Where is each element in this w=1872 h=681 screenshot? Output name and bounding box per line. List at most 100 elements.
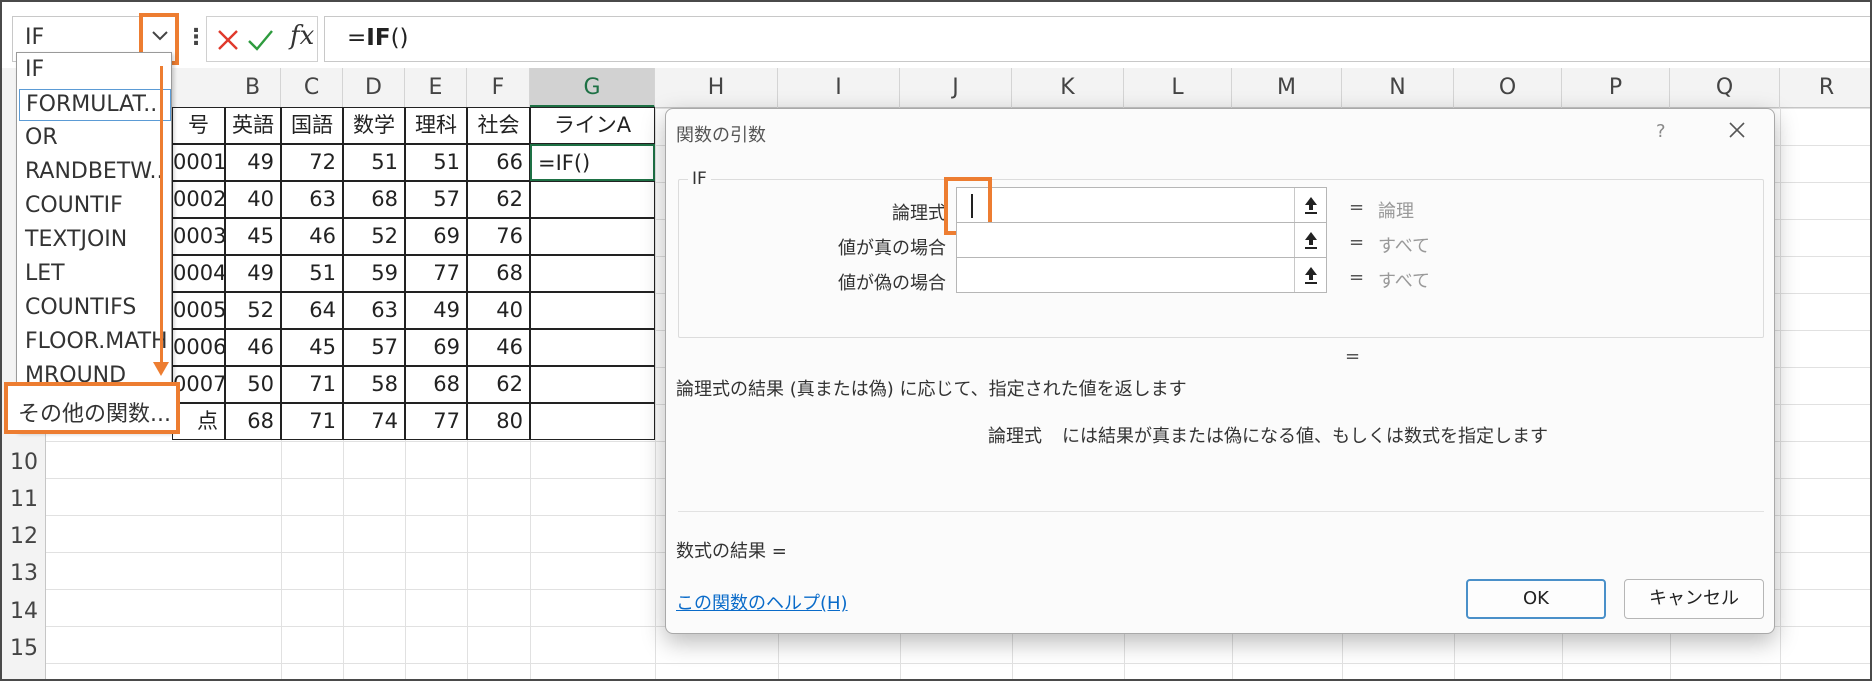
table-cell[interactable]: 52 (343, 218, 405, 255)
table-cell[interactable]: 62 (467, 181, 530, 218)
cancel-entry-icon[interactable] (213, 25, 243, 55)
column-header-c[interactable]: C (281, 68, 343, 108)
table-cell[interactable]: 71 (281, 366, 343, 403)
collapse-dialog-button[interactable] (1294, 223, 1326, 257)
function-list-item[interactable]: TEXTJOIN (25, 227, 127, 252)
table-cell[interactable]: 51 (343, 144, 405, 181)
column-header-m[interactable]: M (1232, 68, 1342, 108)
function-list-item[interactable]: FLOOR.MATH (25, 329, 168, 354)
arg-input-logical-test[interactable] (956, 187, 1327, 223)
table-cell[interactable] (530, 292, 655, 329)
table-cell-id[interactable]: 0003 (172, 218, 226, 255)
collapse-dialog-button[interactable] (1294, 188, 1326, 222)
table-cell[interactable]: 51 (405, 144, 467, 181)
table-cell-id[interactable]: 0006 (172, 329, 226, 366)
table-cell[interactable]: 63 (281, 181, 343, 218)
table-cell[interactable]: 68 (343, 181, 405, 218)
table-cell[interactable]: 77 (405, 403, 467, 440)
table-cell[interactable]: 49 (405, 292, 467, 329)
table-cell[interactable]: 71 (281, 403, 343, 440)
table-cell[interactable]: 64 (281, 292, 343, 329)
row-header[interactable]: 15 (2, 636, 46, 661)
table-cell[interactable]: 80 (467, 403, 530, 440)
table-cell[interactable] (530, 218, 655, 255)
table-cell[interactable] (530, 329, 655, 366)
formula-input[interactable]: =IF() (324, 16, 1870, 62)
table-cell[interactable]: 52 (225, 292, 281, 329)
table-cell[interactable]: 40 (225, 181, 281, 218)
function-list-item[interactable]: COUNTIF (25, 193, 123, 218)
more-functions-item[interactable]: その他の関数... (4, 382, 180, 434)
table-cell[interactable]: 49 (225, 144, 281, 181)
table-cell[interactable]: 45 (281, 329, 343, 366)
function-help-link[interactable]: この関数のヘルプ(H) (676, 589, 848, 615)
active-cell[interactable]: =IF() (530, 144, 655, 181)
column-header-p[interactable]: P (1562, 68, 1670, 108)
column-header-n[interactable]: N (1342, 68, 1454, 108)
table-cell-id[interactable]: 0005 (172, 292, 226, 329)
row-header[interactable]: 11 (2, 487, 46, 512)
table-cell[interactable]: 46 (467, 329, 530, 366)
column-header-j[interactable]: J (900, 68, 1012, 108)
table-cell[interactable]: 46 (281, 218, 343, 255)
table-header-cell[interactable]: 社会 (467, 107, 530, 144)
table-cell[interactable]: 40 (467, 292, 530, 329)
table-cell[interactable]: 68 (405, 366, 467, 403)
function-list-item[interactable]: IF (25, 57, 44, 82)
table-header-cell[interactable]: 英語 (225, 107, 281, 144)
table-cell[interactable] (530, 255, 655, 292)
table-cell[interactable]: 74 (343, 403, 405, 440)
table-cell[interactable]: 57 (343, 329, 405, 366)
table-header-cell[interactable]: 号 (172, 107, 225, 144)
row-header[interactable]: 14 (2, 599, 46, 624)
table-cell[interactable]: 66 (467, 144, 530, 181)
cancel-button[interactable]: キャンセル (1624, 579, 1764, 619)
table-cell[interactable]: 57 (405, 181, 467, 218)
function-list-item[interactable]: RANDBETW.. (25, 159, 164, 184)
help-icon[interactable]: ? (1656, 121, 1666, 142)
column-header-k[interactable]: K (1012, 68, 1124, 108)
column-header-q[interactable]: Q (1670, 68, 1780, 108)
column-header-i[interactable]: I (778, 68, 900, 108)
column-header-r[interactable]: R (1780, 68, 1870, 108)
column-header-h[interactable]: H (655, 68, 778, 108)
arg-input-value-if-false[interactable] (956, 257, 1327, 293)
table-cell[interactable]: 46 (225, 329, 281, 366)
table-cell[interactable]: 77 (405, 255, 467, 292)
collapse-dialog-button[interactable] (1294, 258, 1326, 292)
table-cell[interactable]: 50 (225, 366, 281, 403)
function-list-item[interactable]: LET (25, 261, 65, 286)
arg-input-value-if-true[interactable] (956, 222, 1327, 258)
insert-function-button[interactable]: fx (290, 21, 314, 51)
table-cell[interactable]: 76 (467, 218, 530, 255)
table-cell[interactable]: 69 (405, 329, 467, 366)
table-cell-id[interactable]: 0001 (172, 144, 226, 181)
table-cell[interactable]: 51 (281, 255, 343, 292)
table-cell[interactable] (530, 403, 655, 440)
table-cell[interactable]: 58 (343, 366, 405, 403)
column-header-l[interactable]: L (1124, 68, 1232, 108)
table-header-cell[interactable]: 国語 (281, 107, 343, 144)
formula-bar-splitter-icon[interactable]: ⋮ (185, 27, 207, 49)
table-cell[interactable] (530, 181, 655, 218)
table-cell[interactable]: 59 (343, 255, 405, 292)
ok-button[interactable]: OK (1466, 579, 1606, 619)
table-header-cell[interactable]: 数学 (343, 107, 405, 144)
table-cell[interactable]: 72 (281, 144, 343, 181)
column-header-f[interactable]: F (467, 68, 530, 108)
row-header[interactable]: 12 (2, 524, 46, 549)
column-header-g[interactable]: G (530, 68, 655, 108)
table-cell-id[interactable]: 0002 (172, 181, 226, 218)
table-cell[interactable]: 68 (467, 255, 530, 292)
table-cell-id[interactable]: 0004 (172, 255, 226, 292)
column-header-b[interactable]: B (225, 68, 281, 108)
function-list-item[interactable]: OR (25, 125, 58, 150)
table-cell[interactable]: 45 (225, 218, 281, 255)
table-cell[interactable]: 68 (225, 403, 281, 440)
table-header-cell[interactable]: 理科 (405, 107, 467, 144)
table-cell[interactable] (530, 366, 655, 403)
table-cell[interactable]: 49 (225, 255, 281, 292)
column-header-o[interactable]: O (1454, 68, 1562, 108)
table-header-cell[interactable]: ラインA (530, 107, 655, 144)
table-cell[interactable]: 63 (343, 292, 405, 329)
